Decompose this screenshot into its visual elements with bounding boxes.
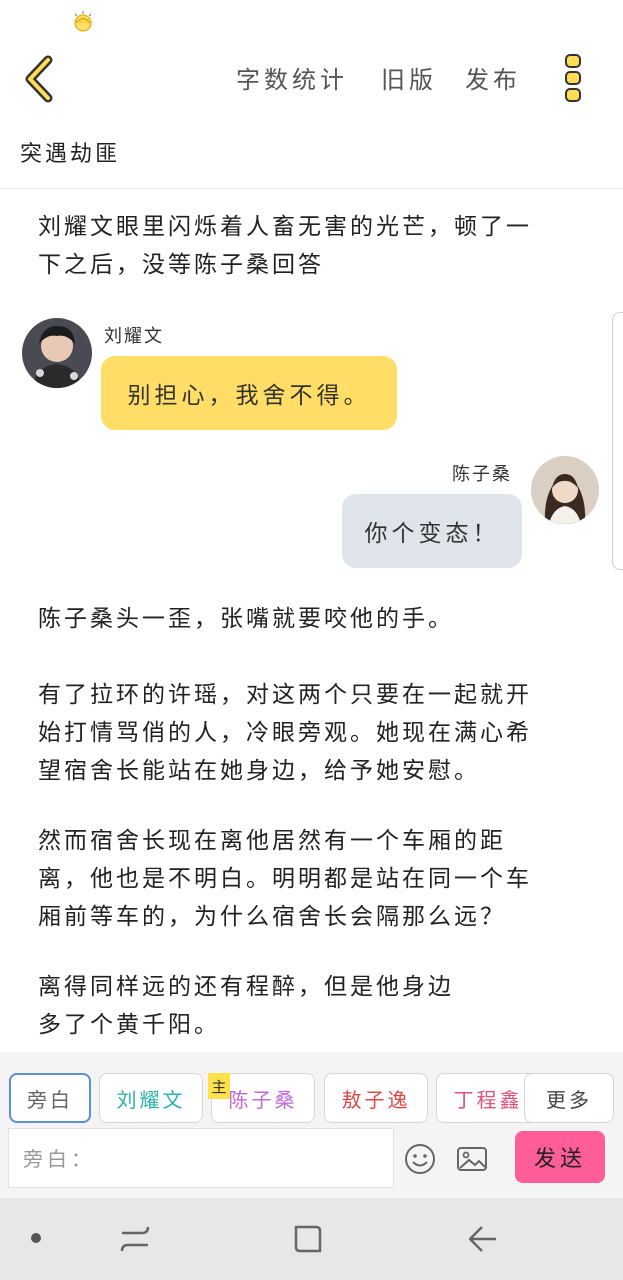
narration-line: 离，他也是不明白。明明都是站在同一个车 — [38, 866, 532, 892]
narration-paragraph[interactable]: 然而宿舍长现在离他居然有一个车厢的距 离，他也是不明白。明明都是站在同一个车 厢… — [38, 822, 598, 936]
avatar-image — [531, 456, 599, 524]
input-placeholder: 旁白： — [23, 1147, 95, 1171]
message-bubble-left[interactable]: 别担心，我舍不得。 — [101, 356, 397, 430]
publish-button[interactable]: 发布 — [465, 60, 521, 100]
narration-line: 厢前等车的，为什么宿舍长会隔那么远？ — [38, 904, 506, 930]
send-button[interactable]: 发送 — [515, 1131, 605, 1183]
navigation-bar — [0, 1198, 623, 1280]
narration-line: 下之后，没等陈子桑回答 — [38, 252, 324, 278]
role-tab-label: 丁程鑫 — [453, 1087, 523, 1112]
chapter-title[interactable]: 突遇劫匪 — [20, 136, 120, 168]
recent-apps-icon[interactable] — [118, 1223, 152, 1255]
more-roles-button[interactable]: 更多 — [524, 1073, 614, 1123]
role-tab-label: 敖子逸 — [341, 1087, 411, 1112]
narration-line: 望宿舍长能站在她身边，给予她安慰。 — [38, 758, 480, 784]
speaker-name: 陈子桑 — [452, 464, 512, 485]
role-tab-label: 陈子桑 — [228, 1087, 298, 1112]
nav-dot-icon[interactable] — [26, 1228, 46, 1248]
emoji-icon[interactable] — [403, 1142, 437, 1176]
avatar-liu-yaowen[interactable] — [22, 318, 92, 388]
role-tab-label: 刘耀文 — [116, 1087, 186, 1112]
narration-line: 刘耀文眼里闪烁着人畜无害的光芒，顿了一 — [38, 214, 532, 240]
old-version-button[interactable]: 旧版 — [381, 60, 437, 100]
narration-paragraph[interactable]: 刘耀文眼里闪烁着人畜无害的光芒，顿了一 下之后，没等陈子桑回答 — [38, 208, 598, 284]
message-input[interactable]: 旁白： — [8, 1128, 394, 1188]
narration-line: 始打情骂俏的人，冷眼旁观。她现在满心希 — [38, 720, 532, 746]
role-tab-liu-yaowen[interactable]: 刘耀文 — [99, 1073, 203, 1123]
role-tab-narrator[interactable]: 旁白 — [9, 1073, 91, 1123]
narration-line: 离得同样远的还有程醉，但是他身边 — [38, 974, 454, 1000]
narration-line: 有了拉环的许瑶，对这两个只要在一起就开 — [38, 682, 532, 708]
speaker-name: 刘耀文 — [104, 326, 164, 347]
avatar-chen-zisang[interactable] — [531, 456, 599, 524]
narration-paragraph[interactable]: 离得同样远的还有程醉，但是他身边 多了个黄千阳。 — [38, 968, 598, 1044]
narration-line: 多了个黄千阳。 — [38, 1012, 220, 1038]
back-chevron-icon[interactable] — [18, 52, 62, 106]
more-vertical-icon[interactable] — [558, 50, 588, 106]
main-character-badge: 主 — [208, 1073, 230, 1099]
role-tab-label: 更多 — [546, 1087, 592, 1112]
narration-line: 陈子桑头一歪，张嘴就要咬他的手。 — [38, 606, 454, 632]
word-count-button[interactable]: 字数统计 — [236, 60, 348, 100]
status-bar — [0, 0, 623, 40]
narration-paragraph[interactable]: 陈子桑头一歪，张嘴就要咬他的手。 — [38, 600, 598, 638]
scroll-handle[interactable] — [612, 312, 623, 570]
nav-back-icon[interactable] — [466, 1223, 500, 1255]
role-tab-label: 旁白 — [27, 1087, 73, 1112]
avatar-image — [22, 318, 92, 388]
narration-paragraph[interactable]: 有了拉环的许瑶，对这两个只要在一起就开 始打情骂俏的人，冷眼旁观。她现在满心希 … — [38, 676, 598, 790]
message-bubble-right[interactable]: 你个变态！ — [342, 494, 522, 568]
role-tab-ao-ziyi[interactable]: 敖子逸 — [324, 1073, 428, 1123]
sun-umbrella-icon — [74, 11, 92, 32]
divider — [0, 188, 623, 189]
home-icon[interactable] — [292, 1223, 324, 1255]
narration-line: 然而宿舍长现在离他居然有一个车厢的距 — [38, 828, 506, 854]
image-icon[interactable] — [455, 1142, 489, 1176]
